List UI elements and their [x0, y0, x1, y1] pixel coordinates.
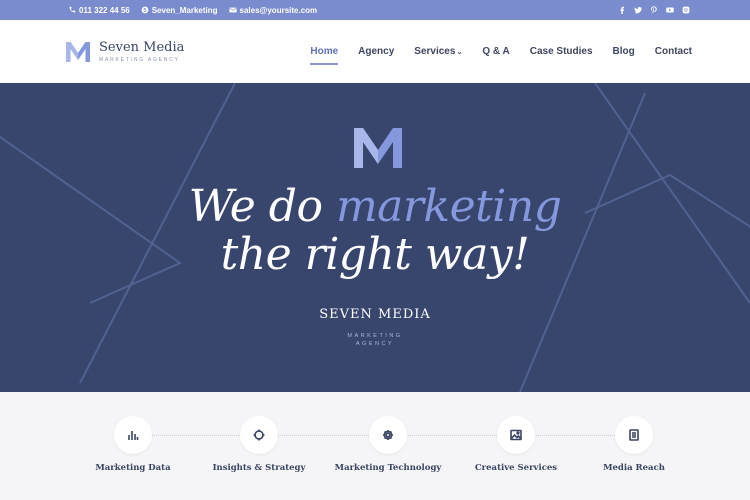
service-label: Marketing Data [95, 463, 171, 473]
service-media-reach[interactable]: Media Reach [574, 416, 694, 473]
headline-accent: marketing [335, 181, 562, 232]
hero-brand-tag-line2: AGENCY [355, 341, 395, 347]
nav-blog[interactable]: Blog [613, 42, 635, 62]
headline-plain: We do [188, 181, 323, 232]
email-address: sales@yoursite.com [239, 5, 318, 15]
hero-brand-tag-line1: MARKETING [347, 333, 403, 339]
nav-case-studies[interactable]: Case Studies [530, 42, 593, 62]
service-icon-circle [240, 416, 278, 454]
services-strip: Marketing Data Insights & Strategy Marke… [0, 392, 750, 500]
nav-contact-label: Contact [654, 46, 692, 57]
service-marketing-data[interactable]: Marketing Data [73, 416, 193, 473]
phone-icon [69, 6, 76, 13]
nav-services[interactable]: Services ⌄ [414, 42, 462, 62]
skype-icon [141, 6, 149, 14]
chevron-down-icon: ⌄ [456, 48, 463, 56]
nav-qa[interactable]: Q & A [482, 42, 509, 62]
service-label: Media Reach [603, 463, 665, 473]
skype-contact[interactable]: Seven_Marketing [141, 6, 218, 15]
instagram-icon[interactable] [682, 6, 690, 14]
service-label: Creative Services [474, 463, 558, 473]
service-creative-services[interactable]: Creative Services [456, 416, 576, 473]
bar-chart-icon [128, 431, 139, 440]
top-bar: 011 322 44 56 Seven_Marketing sales@your… [0, 0, 750, 20]
nav-blog-label: Blog [612, 46, 635, 57]
hero-brand-tag: MARKETING AGENCY [0, 332, 750, 348]
image-icon [510, 429, 522, 441]
twitter-icon[interactable] [634, 6, 642, 14]
facebook-icon[interactable] [618, 6, 626, 14]
document-icon [629, 429, 639, 441]
nav-home-label: Home [310, 46, 339, 57]
service-icon-circle [114, 416, 152, 454]
nav-agency-label: Agency [358, 46, 395, 57]
nav-qa-label: Q & A [482, 46, 510, 57]
envelope-icon [228, 7, 237, 13]
nav-home[interactable]: Home [310, 42, 339, 65]
service-icon-circle [369, 416, 407, 454]
service-label: Insights & Strategy [212, 463, 306, 473]
site-logo[interactable]: Seven Media MARKETING AGENCY [66, 41, 184, 63]
brand-name: Seven Media [99, 40, 185, 55]
brand-tagline: MARKETING AGENCY [99, 57, 180, 63]
m-logo-icon [66, 42, 90, 62]
phone-number: 011 322 44 56 [79, 5, 130, 15]
main-nav: Home Agency Services ⌄ Q & A Case Studies… [310, 20, 692, 83]
contact-info: 011 322 44 56 Seven_Marketing sales@your… [68, 0, 317, 20]
service-icon-circle [615, 416, 653, 454]
youtube-icon[interactable] [666, 6, 674, 14]
nav-services-label: Services [414, 46, 456, 57]
headline-line2: the right way! [220, 229, 530, 280]
hero-m-logo-icon [354, 128, 402, 168]
site-header: Seven Media MARKETING AGENCY Home Agency… [0, 20, 750, 83]
crosshair-icon [253, 429, 265, 441]
service-insights-strategy[interactable]: Insights & Strategy [199, 416, 319, 473]
nav-agency[interactable]: Agency [358, 42, 394, 62]
nav-contact[interactable]: Contact [655, 42, 692, 62]
hero-banner: We do marketing the right way! SEVEN MED… [0, 83, 750, 392]
service-icon-circle [497, 416, 535, 454]
gear-icon [383, 430, 393, 440]
pinterest-icon[interactable] [650, 6, 658, 14]
nav-case-studies-label: Case Studies [529, 46, 593, 57]
service-label: Marketing Technology [334, 463, 442, 473]
email-contact[interactable]: sales@yoursite.com [228, 5, 318, 15]
social-links [618, 0, 690, 20]
hero-brand-name: SEVEN MEDIA [319, 307, 431, 322]
hero-headline: We do marketing the right way! [0, 183, 750, 279]
skype-handle: Seven_Marketing [151, 5, 218, 15]
service-marketing-technology[interactable]: Marketing Technology [328, 416, 448, 473]
phone-contact[interactable]: 011 322 44 56 [68, 6, 130, 15]
